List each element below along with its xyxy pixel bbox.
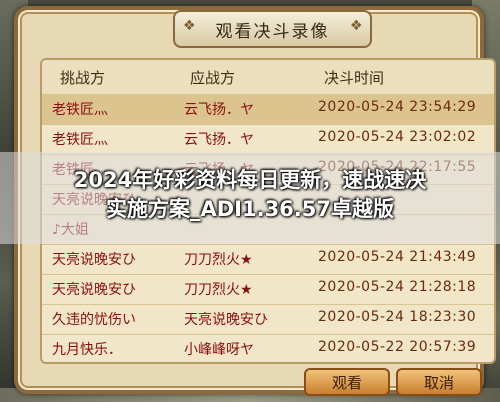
watch-button[interactable]: 观看 — [304, 368, 390, 396]
table-row[interactable]: 老铁匠灬 云飞扬．ヤ 2020-05-24 23:54:29 — [42, 94, 494, 125]
table-row[interactable]: 久违的忧伤い 天亮说晚安ひ 2020-05-24 18:23:30 — [42, 304, 494, 335]
defender-cell: 云飞扬．ヤ — [184, 132, 254, 148]
challenger-cell: 天亮说晚安ひ — [52, 282, 136, 298]
table-row[interactable]: 老铁匠灬 云飞扬．ヤ 2020-05-24 23:02:02 — [42, 124, 494, 155]
challenger-cell: 九月快乐． — [52, 342, 122, 358]
watermark-text: 2024年好彩资料每日更新，速战速决 实施方案_ADI1.36.57卓越版 — [20, 166, 480, 224]
title-ornament-left-icon: ❖ — [183, 18, 196, 34]
table-row[interactable]: 天亮说晚安ひ 刀刀烈火★ 2020-05-24 21:43:49 — [42, 244, 494, 275]
table-header: 挑战方 应战方 决斗时间 — [42, 60, 494, 95]
column-header-defender: 应战方 — [190, 69, 236, 87]
time-cell: 2020-05-22 20:57:39 — [318, 339, 477, 355]
time-cell: 2020-05-24 21:28:18 — [318, 279, 477, 295]
challenger-cell: 老铁匠灬 — [52, 102, 108, 118]
time-cell: 2020-05-24 21:43:49 — [318, 249, 477, 265]
cancel-button[interactable]: 取消 — [396, 368, 482, 396]
challenger-cell: 老铁匠灬 — [52, 132, 108, 148]
table-row[interactable]: 天亮说晚安ひ 刀刀烈火★ 2020-05-24 21:28:18 — [42, 274, 494, 305]
time-cell: 2020-05-24 18:23:30 — [318, 309, 477, 325]
watermark-line-1: 2024年好彩资料每日更新，速战速决 — [73, 168, 427, 192]
defender-cell: 小峰峰呀ヤ — [184, 342, 254, 358]
defender-cell: 刀刀烈火★ — [184, 252, 253, 268]
title-ornament-right-icon: ❖ — [350, 18, 363, 34]
column-header-challenger: 挑战方 — [60, 69, 106, 87]
defender-cell: 刀刀烈火★ — [184, 282, 253, 298]
watermark-line-2: 实施方案_ADI1.36.57卓越版 — [105, 197, 394, 221]
defender-cell: 云飞扬．ヤ — [184, 102, 254, 118]
time-cell: 2020-05-24 23:54:29 — [318, 99, 477, 115]
time-cell: 2020-05-24 23:02:02 — [318, 129, 477, 145]
column-header-time: 决斗时间 — [324, 69, 385, 87]
dialog-title-plate: ❖ 观看决斗录像 ❖ — [173, 10, 372, 48]
defender-cell: 天亮说晚安ひ — [184, 312, 268, 328]
table-row[interactable]: 九月快乐． 小峰峰呀ヤ 2020-05-22 20:57:39 — [42, 334, 494, 362]
dialog-title: 观看决斗录像 — [215, 21, 330, 42]
challenger-cell: 天亮说晚安ひ — [52, 252, 136, 268]
challenger-cell: 久违的忧伤い — [52, 312, 136, 328]
